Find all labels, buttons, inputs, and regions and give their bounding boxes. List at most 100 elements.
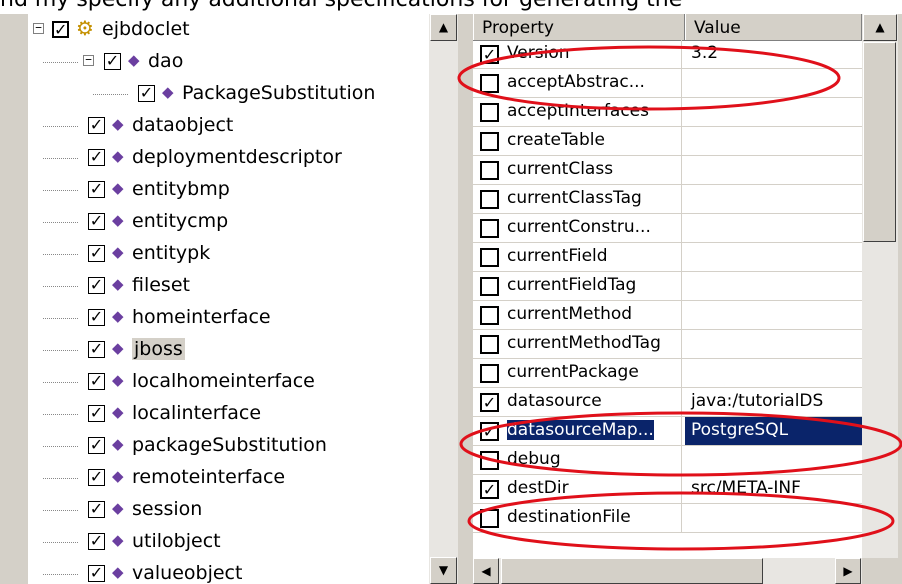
property-value-cell[interactable]: [685, 185, 862, 213]
property-row[interactable]: currentClass: [473, 156, 862, 185]
tree-node-checkbox[interactable]: ✓: [88, 341, 105, 358]
property-value-cell[interactable]: [685, 359, 862, 387]
ejbdoclet-tree[interactable]: − ✓ ⚙ ejbdoclet − ✓ ◆ dao ✓ ◆ PackageSubstitution ✓…: [28, 14, 457, 584]
tree-node-checkbox[interactable]: ✓: [88, 277, 105, 294]
tree-node[interactable]: ✓ ◆ localhomeinterface: [28, 366, 428, 398]
property-value-cell[interactable]: [685, 301, 862, 329]
tree-node-checkbox[interactable]: ✓: [88, 501, 105, 518]
collapse-toggle-icon[interactable]: −: [83, 54, 94, 66]
property-row[interactable]: ✓ datasource java:/tutorialDS: [473, 388, 862, 417]
property-enable-checkbox[interactable]: [480, 132, 499, 151]
property-row[interactable]: currentPackage: [473, 359, 862, 388]
tree-node[interactable]: ✓ ◆ deploymentdescriptor: [28, 142, 428, 174]
tree-node-checkbox[interactable]: ✓: [88, 213, 105, 230]
property-value-cell[interactable]: [685, 127, 862, 155]
tree-node[interactable]: ✓ ◆ dataobject: [28, 110, 428, 142]
property-row[interactable]: currentFieldTag: [473, 272, 862, 301]
property-value-cell[interactable]: [685, 156, 862, 184]
tree-node[interactable]: ✓ ◆ remoteinterface: [28, 462, 428, 494]
property-row[interactable]: currentMethod: [473, 301, 862, 330]
property-vertical-scrollbar[interactable]: ▲: [862, 14, 898, 558]
tree-node-checkbox[interactable]: ✓: [104, 53, 121, 70]
tree-node-checkbox[interactable]: ✓: [88, 437, 105, 454]
collapse-toggle-icon[interactable]: −: [33, 22, 44, 34]
tree-node[interactable]: ✓ ◆ entitybmp: [28, 174, 428, 206]
property-value-cell[interactable]: [685, 504, 862, 532]
property-enable-checkbox[interactable]: [480, 219, 499, 238]
tree-node-checkbox[interactable]: ✓: [88, 565, 105, 582]
tree-node-checkbox[interactable]: ✓: [88, 117, 105, 134]
property-enable-checkbox[interactable]: [480, 509, 499, 528]
property-value-cell[interactable]: PostgreSQL: [685, 417, 862, 445]
property-value-cell[interactable]: java:/tutorialDS: [685, 388, 862, 416]
property-enable-checkbox[interactable]: ✓: [480, 480, 499, 499]
tree-node[interactable]: ✓ ◆ utilobject: [28, 526, 428, 558]
property-row[interactable]: debug: [473, 446, 862, 475]
column-header-value[interactable]: Value: [685, 14, 862, 40]
property-enable-checkbox[interactable]: [480, 277, 499, 296]
property-row[interactable]: ✓ datasourceMap... PostgreSQL: [473, 417, 862, 446]
scroll-right-button[interactable]: ▶: [835, 558, 861, 584]
property-enable-checkbox[interactable]: [480, 306, 499, 325]
property-value-cell[interactable]: [685, 214, 862, 242]
tree-vertical-scrollbar[interactable]: ▲ ▼: [429, 14, 458, 584]
property-enable-checkbox[interactable]: [480, 103, 499, 122]
property-row[interactable]: destinationFile: [473, 504, 862, 533]
tree-node[interactable]: ✓ ◆ packageSubstitution: [28, 430, 428, 462]
tree-node-checkbox[interactable]: ✓: [88, 373, 105, 390]
property-row[interactable]: currentClassTag: [473, 185, 862, 214]
tree-node[interactable]: ✓ ◆ jboss: [28, 334, 428, 366]
tree-node[interactable]: − ✓ ◆ dao: [28, 46, 428, 78]
property-horizontal-scrollbar[interactable]: ◀ ▶: [473, 558, 862, 584]
scroll-left-button[interactable]: ◀: [473, 558, 499, 584]
tree-node-checkbox[interactable]: ✓: [52, 21, 69, 38]
property-enable-checkbox[interactable]: ✓: [480, 422, 499, 441]
property-row[interactable]: ✓ destDir src/META-INF: [473, 475, 862, 504]
tree-node-checkbox[interactable]: ✓: [88, 309, 105, 326]
property-enable-checkbox[interactable]: ✓: [480, 393, 499, 412]
property-enable-checkbox[interactable]: [480, 335, 499, 354]
property-value-cell[interactable]: [685, 69, 862, 97]
property-value-cell[interactable]: [685, 446, 862, 474]
property-row[interactable]: acceptAbstrac...: [473, 69, 862, 98]
tree-node[interactable]: ✓ ◆ session: [28, 494, 428, 526]
property-value-cell[interactable]: [685, 272, 862, 300]
tree-node-root[interactable]: − ✓ ⚙ ejbdoclet: [28, 14, 428, 46]
tree-node-checkbox[interactable]: ✓: [88, 245, 105, 262]
tree-node[interactable]: ✓ ◆ valueobject: [28, 558, 428, 584]
property-enable-checkbox[interactable]: [480, 161, 499, 180]
property-enable-checkbox[interactable]: [480, 451, 499, 470]
property-row[interactable]: acceptInterfaces: [473, 98, 862, 127]
property-row[interactable]: ✓ Version 3.2: [473, 40, 862, 69]
column-header-property[interactable]: Property: [473, 14, 685, 40]
property-enable-checkbox[interactable]: [480, 190, 499, 209]
property-enable-checkbox[interactable]: ✓: [480, 45, 499, 64]
tree-node-checkbox[interactable]: ✓: [88, 533, 105, 550]
property-hscroll-thumb[interactable]: [501, 558, 763, 584]
property-enable-checkbox[interactable]: [480, 364, 499, 383]
tree-node[interactable]: ✓ ◆ fileset: [28, 270, 428, 302]
scroll-down-button[interactable]: ▼: [430, 557, 457, 584]
tree-node[interactable]: ✓ ◆ localinterface: [28, 398, 428, 430]
tree-node-checkbox[interactable]: ✓: [88, 149, 105, 166]
tree-node[interactable]: ✓ ◆ homeinterface: [28, 302, 428, 334]
tree-node[interactable]: ✓ ◆ entitycmp: [28, 206, 428, 238]
property-scroll-thumb[interactable]: [863, 42, 896, 242]
property-row[interactable]: currentConstru...: [473, 214, 862, 243]
property-value-cell[interactable]: 3.2: [685, 40, 862, 68]
tree-node-checkbox[interactable]: ✓: [88, 181, 105, 198]
property-value-cell[interactable]: [685, 330, 862, 358]
tree-node-checkbox[interactable]: ✓: [88, 469, 105, 486]
property-enable-checkbox[interactable]: [480, 248, 499, 267]
tree-node[interactable]: ✓ ◆ PackageSubstitution: [28, 78, 428, 110]
property-value-cell[interactable]: [685, 243, 862, 271]
tree-node-checkbox[interactable]: ✓: [138, 85, 155, 102]
property-row[interactable]: currentMethodTag: [473, 330, 862, 359]
property-value-cell[interactable]: src/META-INF: [685, 475, 862, 503]
property-scroll-up-button[interactable]: ▲: [863, 14, 897, 41]
property-row[interactable]: createTable: [473, 127, 862, 156]
property-value-cell[interactable]: [685, 98, 862, 126]
property-enable-checkbox[interactable]: [480, 74, 499, 93]
scroll-up-button[interactable]: ▲: [430, 14, 457, 41]
tree-node-checkbox[interactable]: ✓: [88, 405, 105, 422]
